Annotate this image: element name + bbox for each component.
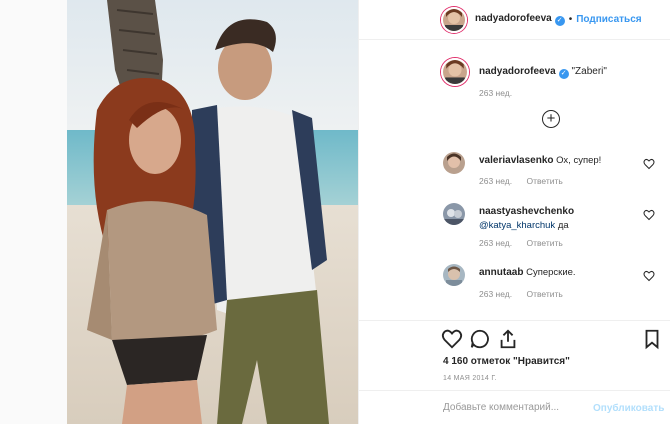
reply-button[interactable]: Ответить bbox=[526, 289, 562, 299]
caption-author-avatar[interactable] bbox=[441, 58, 469, 86]
post-header: nadyadorofeeva ✓ • Подписаться bbox=[359, 0, 670, 40]
verified-badge-icon: ✓ bbox=[554, 16, 565, 26]
post-caption: nadyadorofeeva ✓ "Zaberi" 263 нед. bbox=[441, 58, 661, 98]
comment-time: 263 нед. bbox=[479, 238, 513, 248]
commenter-username[interactable]: valeriavlasenko bbox=[479, 155, 554, 166]
comment-text: да bbox=[555, 220, 569, 231]
caption-text-line: nadyadorofeeva ✓ "Zaberi" bbox=[479, 66, 607, 79]
comment-body: valeriavlasenko Ох, супер! bbox=[479, 154, 639, 168]
comment-meta: 263 нед. Ответить bbox=[479, 238, 575, 248]
comment-time: 263 нед. bbox=[479, 289, 513, 299]
comment-body: naastyashevchenko @katya_kharchuk да bbox=[479, 205, 639, 233]
post-date: 14 МАЯ 2014 Г. bbox=[443, 375, 497, 382]
author-avatar[interactable] bbox=[441, 6, 467, 33]
add-comment-input[interactable] bbox=[443, 402, 583, 413]
heart-icon[interactable] bbox=[643, 270, 655, 282]
follow-button[interactable]: Подписаться bbox=[576, 14, 641, 25]
commenter-avatar[interactable] bbox=[443, 152, 465, 174]
comment-text: Ох, супер! bbox=[556, 155, 602, 166]
share-arrow-icon[interactable] bbox=[497, 328, 519, 350]
comment-meta: 263 нед. Ответить bbox=[479, 176, 575, 186]
post-details-panel: nadyadorofeeva ✓ • Подписаться nadyadorof… bbox=[358, 0, 670, 424]
comment-meta: 263 нед. Ответить bbox=[479, 289, 575, 299]
commenter-username[interactable]: annutaab bbox=[479, 267, 523, 278]
heart-icon[interactable] bbox=[643, 158, 655, 170]
likes-count[interactable]: 4 160 отметок "Нравится" bbox=[443, 356, 570, 367]
comment-time: 263 нед. bbox=[479, 176, 513, 186]
separator-dot: • bbox=[568, 14, 573, 25]
caption-time: 263 нед. bbox=[479, 88, 513, 98]
heart-icon[interactable] bbox=[441, 328, 463, 350]
divider bbox=[359, 390, 670, 391]
heart-icon[interactable] bbox=[643, 209, 655, 221]
post-actions bbox=[441, 328, 666, 352]
publish-button[interactable]: Опубликовать bbox=[593, 403, 664, 414]
plus-circle-icon[interactable]: + bbox=[542, 110, 560, 128]
comment-mention-link[interactable]: @katya_kharchuk bbox=[479, 220, 555, 231]
comment-text: Суперские. bbox=[526, 267, 576, 278]
divider bbox=[359, 320, 670, 321]
reply-button[interactable]: Ответить bbox=[526, 238, 562, 248]
reply-button[interactable]: Ответить bbox=[526, 176, 562, 186]
verified-badge-icon: ✓ bbox=[558, 68, 569, 79]
commenter-avatar[interactable] bbox=[443, 264, 465, 286]
bookmark-icon[interactable] bbox=[641, 328, 663, 350]
commenter-avatar[interactable] bbox=[443, 203, 465, 225]
post-photo[interactable] bbox=[67, 0, 358, 424]
commenter-username[interactable]: naastyashevchenko bbox=[479, 206, 574, 217]
caption-body: "Zaberi" bbox=[571, 65, 607, 77]
comment-body: annutaab Суперские. bbox=[479, 266, 639, 280]
comment-bubble-icon[interactable] bbox=[469, 328, 491, 350]
author-username[interactable]: nadyadorofeeva ✓ bbox=[475, 13, 565, 26]
caption-username[interactable]: nadyadorofeeva bbox=[479, 66, 556, 77]
